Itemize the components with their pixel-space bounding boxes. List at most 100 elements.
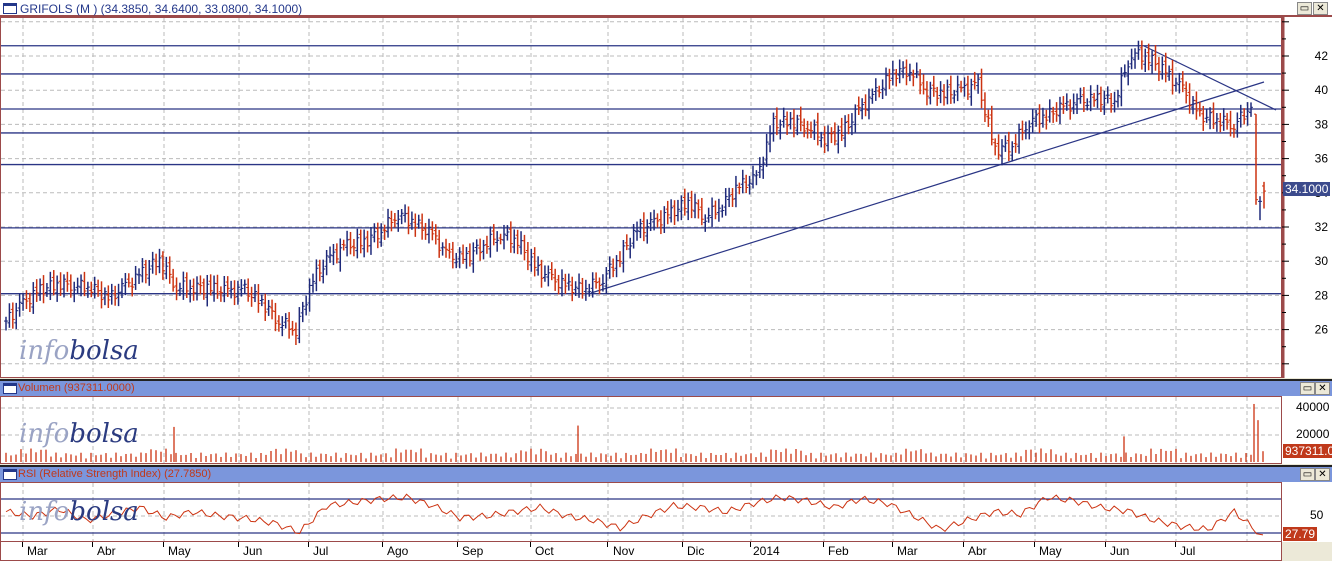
price-bar (1153, 45, 1158, 71)
price-bar (529, 248, 534, 272)
price-bar (232, 280, 237, 306)
price-bar (1139, 40, 1144, 70)
price-bar (703, 214, 708, 232)
rsi-close-button[interactable]: ✕ (1315, 468, 1330, 481)
price-bar (751, 165, 755, 189)
window-icon (3, 469, 17, 480)
price-bar (706, 207, 711, 223)
price-bar (348, 231, 353, 255)
volume-close-button[interactable]: ✕ (1315, 382, 1330, 395)
price-tick-label: 30 (1315, 254, 1329, 268)
price-bar (723, 188, 728, 216)
price-bar (368, 226, 373, 255)
month-label: Nov (613, 544, 635, 558)
month-tick (530, 542, 531, 547)
price-bar (597, 277, 602, 295)
price-bar (1003, 135, 1008, 152)
price-bar (546, 265, 551, 287)
price-bar (1201, 105, 1206, 131)
price-bar (843, 115, 848, 148)
price-bar (474, 239, 479, 255)
price-bar (836, 125, 841, 154)
price-bar (931, 75, 936, 97)
price-bar (123, 273, 128, 296)
maximize-button[interactable]: ▭ (1297, 2, 1312, 15)
price-bar (154, 253, 159, 276)
volume-maximize-button[interactable]: ▭ (1300, 382, 1315, 395)
price-bar (58, 272, 63, 296)
price-bar (669, 199, 674, 223)
month-tick (750, 542, 751, 547)
price-bar (259, 294, 264, 307)
price-bar (665, 200, 670, 225)
price-bar (822, 126, 827, 154)
price-bar (539, 259, 544, 288)
price-bar (672, 200, 677, 225)
price-bar (270, 299, 275, 320)
price-bar (283, 313, 288, 329)
price-bar (635, 221, 640, 241)
price-bar (556, 274, 561, 295)
price-bar (266, 299, 271, 316)
month-label: 2014 (753, 544, 780, 558)
month-label: Dic (687, 544, 705, 558)
price-plot[interactable]: infobolsa (0, 17, 1282, 378)
price-bar (174, 277, 179, 301)
price-bar (989, 105, 994, 146)
month-label: Jun (243, 544, 263, 558)
rsi-line (5, 493, 1264, 536)
price-bar (720, 204, 725, 218)
price-bar (191, 278, 196, 301)
price-bar (1211, 102, 1216, 129)
price-tick-label: 32 (1315, 220, 1329, 234)
price-bar (10, 302, 15, 329)
price-bar (358, 229, 363, 254)
price-bar (969, 78, 974, 106)
price-bar (293, 322, 298, 345)
price-bar (1143, 48, 1148, 72)
price-bar (655, 213, 660, 228)
price-bar (730, 188, 735, 207)
price-bar (996, 134, 1001, 160)
price-bar (467, 243, 472, 267)
volume-tick-40000: 40000 (1296, 400, 1330, 414)
price-bar (137, 268, 142, 284)
price-bar (740, 169, 745, 194)
price-bar (549, 262, 554, 281)
price-bar (1071, 93, 1076, 115)
price-bar (1115, 89, 1120, 108)
price-bar (79, 274, 84, 297)
price-bar (1000, 139, 1004, 166)
price-bar (512, 229, 517, 254)
price-bar (317, 259, 322, 282)
price-chart-title: GRIFOLS (M ) (34.3850, 34.6400, 33.0800,… (20, 2, 303, 16)
rsi-maximize-button[interactable]: ▭ (1300, 468, 1315, 481)
month-label: Ago (387, 544, 409, 558)
price-bar (328, 246, 333, 263)
price-bar (147, 260, 152, 286)
month-tick (823, 542, 824, 547)
price-bar (450, 241, 455, 269)
price-bar (778, 119, 783, 140)
price-bar (341, 239, 346, 251)
price-bar (914, 62, 919, 79)
rsi-plot[interactable]: infobolsa (0, 482, 1282, 542)
month-label: May (168, 544, 191, 558)
volume-plot[interactable]: infobolsa (0, 396, 1282, 464)
price-bar (1156, 57, 1161, 82)
price-bar (1109, 93, 1114, 113)
price-bar (249, 286, 254, 307)
close-button[interactable]: ✕ (1313, 2, 1328, 15)
price-bar (873, 78, 878, 101)
price-bar (553, 268, 558, 291)
price-bar (901, 61, 906, 79)
price-bar (542, 265, 547, 282)
price-bar (1194, 91, 1199, 120)
price-bar (75, 277, 80, 294)
month-label: Jul (313, 544, 329, 558)
price-bar (713, 200, 718, 220)
price-bar (785, 111, 790, 135)
price-bar (4, 316, 8, 331)
month-tick (1105, 542, 1106, 547)
price-bar (839, 117, 844, 141)
